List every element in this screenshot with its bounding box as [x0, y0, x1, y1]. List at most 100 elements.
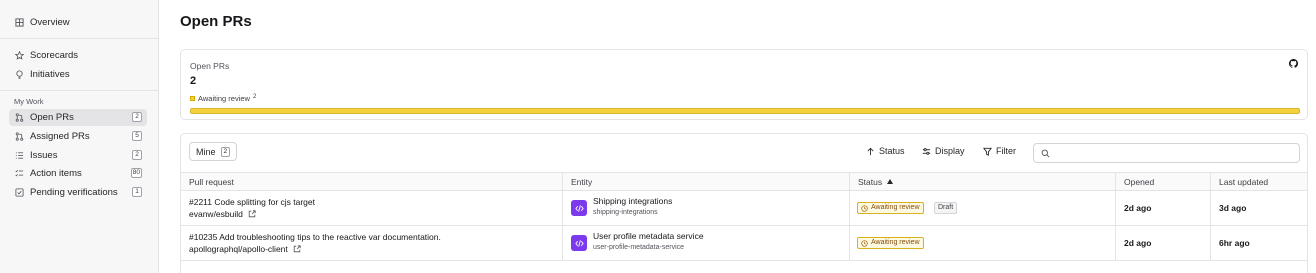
count-badge: 5 [132, 131, 142, 141]
entity-name-link[interactable]: User profile metadata service [593, 231, 704, 241]
sidebar: Overview Scorecards Initiatives My Work … [0, 0, 159, 273]
status-badge: Awaiting review [857, 202, 924, 214]
list-icon [15, 151, 24, 160]
checklist-icon [15, 169, 24, 178]
awaiting-review-fill [190, 108, 1300, 114]
header-label: Status [858, 177, 883, 187]
summary-label: Open PRs [190, 61, 230, 71]
display-button[interactable]: Display [922, 146, 965, 156]
summary-count: 2 [190, 75, 197, 87]
filter-label: Filter [996, 146, 1016, 156]
open-prs-summary-card: Open PRs 2 Awaiting review 2 [180, 49, 1308, 120]
clock-icon [861, 204, 868, 212]
sidebar-item-label: Pending verifications [30, 187, 118, 198]
count-badge: 1 [132, 187, 142, 197]
cell-entity: User profile metadata service user-profi… [563, 226, 850, 260]
search-icon [1041, 149, 1050, 158]
sidebar-item-initiatives[interactable]: Initiatives [9, 66, 147, 83]
sliders-icon [922, 147, 931, 155]
filter-button[interactable]: Filter [983, 146, 1016, 156]
status-label: Awaiting review [871, 239, 920, 246]
arrow-up-icon [867, 147, 874, 155]
sidebar-item-label: Issues [30, 150, 58, 161]
lightbulb-icon [15, 70, 24, 79]
sidebar-item-assigned-prs[interactable]: Assigned PRs 5 [9, 128, 147, 145]
sort-status-button[interactable]: Status [866, 146, 905, 156]
sidebar-item-label: Overview [30, 17, 70, 28]
cell-pull-request: #2211 Code splitting for cjs target evan… [181, 191, 563, 225]
external-link-icon[interactable] [293, 245, 301, 253]
grid-icon [15, 18, 24, 27]
column-header-opened[interactable]: Opened [1116, 173, 1211, 191]
column-header-entity[interactable]: Entity [563, 173, 850, 191]
sidebar-item-label: Scorecards [30, 50, 79, 61]
table-row[interactable]: #10235 Add troubleshooting tips to the r… [181, 226, 1307, 261]
repo-link[interactable]: apollographql/apollo-client [189, 244, 288, 254]
star-icon [15, 51, 24, 60]
page-title: Open PRs [180, 13, 252, 30]
cell-last-updated: 6hr ago [1211, 226, 1307, 260]
sidebar-item-pending-verifications[interactable]: Pending verifications 1 [9, 184, 147, 201]
pr-repo: evanw/esbuild [189, 209, 256, 219]
count-badge: 80 [130, 168, 142, 178]
pr-repo: apollographql/apollo-client [189, 244, 301, 254]
sort-status-label: Status [879, 146, 905, 156]
column-header-last-updated[interactable]: Last updated [1211, 173, 1307, 191]
cell-pull-request: #10235 Add troubleshooting tips to the r… [181, 226, 563, 260]
repo-link[interactable]: evanw/esbuild [189, 209, 243, 219]
filter-icon [983, 147, 992, 156]
cell-last-updated: 3d ago [1211, 191, 1307, 225]
pull-request-icon [15, 113, 24, 122]
legend-awaiting-review: Awaiting review 2 [190, 94, 256, 103]
last-updated-value: 3d ago [1219, 203, 1247, 213]
mine-label: Mine [196, 146, 216, 157]
entity-identifier: shipping-integrations [593, 209, 658, 216]
opened-value: 2d ago [1124, 238, 1152, 248]
status-badge: Awaiting review [857, 237, 924, 249]
sidebar-item-scorecards[interactable]: Scorecards [9, 47, 147, 64]
header-label: Pull request [189, 177, 234, 187]
pull-requests-table-card: Mine 2 Status Display Filter Pull reques… [180, 133, 1308, 273]
header-label: Opened [1124, 177, 1155, 187]
search-input[interactable] [1054, 146, 1294, 160]
entity-identifier: user-profile-metadata-service [593, 244, 685, 251]
count-badge: 2 [132, 150, 142, 160]
github-icon[interactable] [1289, 59, 1298, 68]
sidebar-divider [0, 90, 158, 91]
sidebar-item-label: Initiatives [30, 69, 70, 80]
sidebar-item-label: Assigned PRs [30, 131, 90, 142]
section-label-my-work: My Work [14, 97, 44, 106]
external-link-icon[interactable] [248, 210, 256, 218]
sidebar-item-open-prs[interactable]: Open PRs 2 [9, 109, 147, 126]
mine-count-badge: 2 [220, 146, 231, 157]
display-label: Display [935, 146, 965, 156]
legend-label: Awaiting review [198, 94, 250, 103]
clock-icon [861, 239, 868, 247]
legend-count: 2 [252, 93, 257, 100]
column-header-pull-request[interactable]: Pull request [181, 173, 563, 191]
sidebar-item-overview[interactable]: Overview [9, 14, 147, 31]
sidebar-divider [0, 38, 158, 39]
table-row[interactable]: #2211 Code splitting for cjs target evan… [181, 191, 1307, 226]
sidebar-item-action-items[interactable]: Action items 80 [9, 165, 147, 182]
cell-status: Awaiting review Draft [850, 191, 1116, 225]
count-badge: 2 [132, 112, 142, 122]
cell-opened: 2d ago [1116, 191, 1211, 225]
column-header-status[interactable]: Status [850, 173, 1116, 191]
sidebar-item-label: Action items [30, 168, 82, 179]
code-icon [571, 235, 587, 251]
status-label: Awaiting review [871, 204, 920, 211]
entity-name-link[interactable]: Shipping integrations [593, 196, 672, 206]
search-box[interactable] [1033, 143, 1300, 163]
sort-ascending-icon [887, 179, 894, 185]
mine-filter-button[interactable]: Mine 2 [189, 142, 238, 161]
pr-title-link[interactable]: #10235 Add troubleshooting tips to the r… [189, 232, 441, 242]
cell-opened: 2d ago [1116, 226, 1211, 260]
last-updated-value: 6hr ago [1219, 238, 1250, 248]
opened-value: 2d ago [1124, 203, 1152, 213]
pr-title-link[interactable]: #2211 Code splitting for cjs target [189, 197, 315, 207]
cell-status: Awaiting review [850, 226, 1116, 260]
sidebar-item-issues[interactable]: Issues 2 [9, 147, 147, 164]
draft-badge: Draft [934, 202, 958, 214]
legend-swatch [190, 96, 195, 101]
